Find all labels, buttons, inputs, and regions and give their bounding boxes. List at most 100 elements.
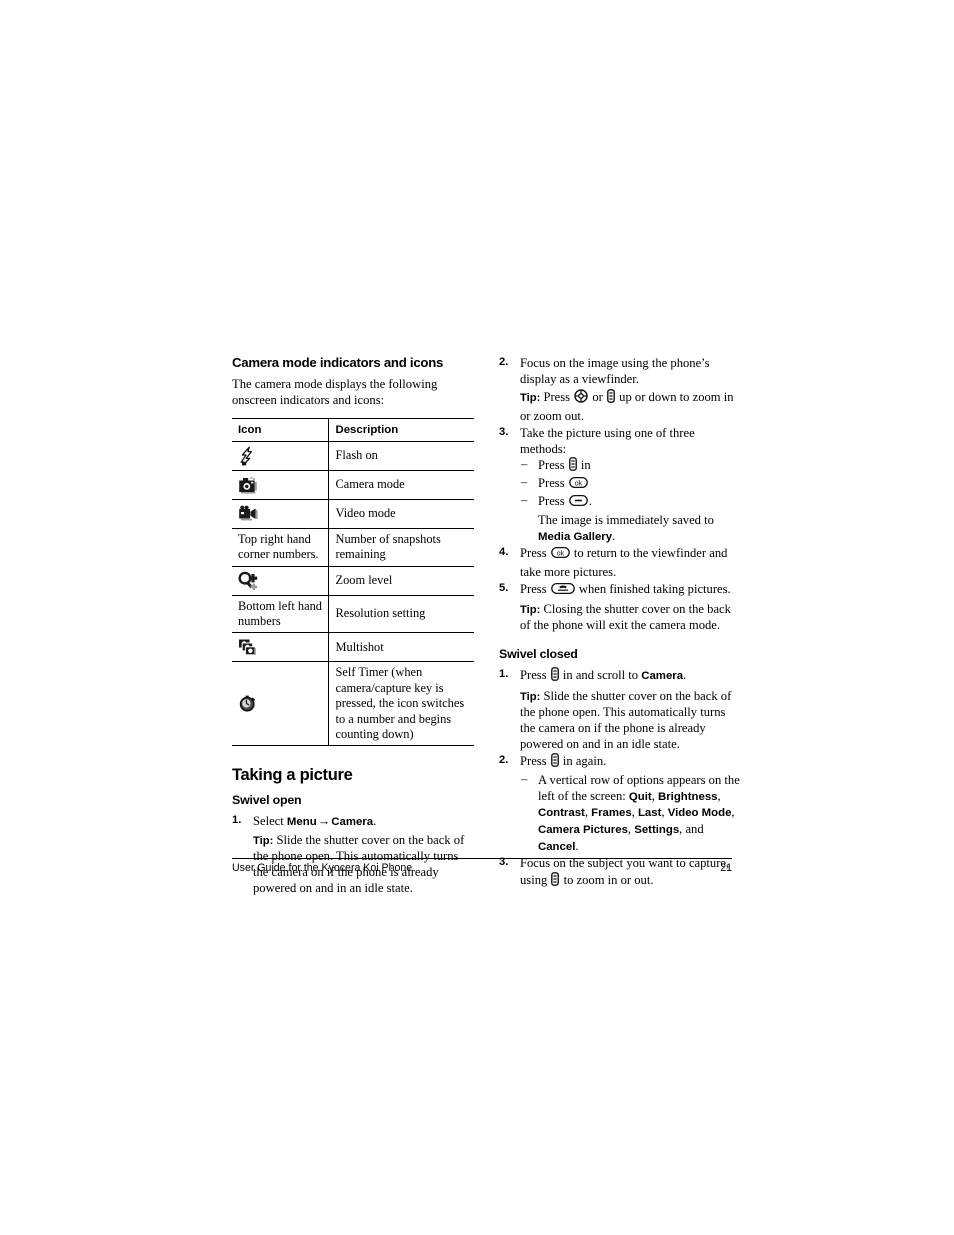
section-heading-taking-a-picture: Taking a picture	[232, 766, 353, 785]
svg-text:ok: ok	[574, 481, 582, 488]
list-item: 2. Focus on the image using the phone’s …	[499, 355, 741, 424]
list-item: 1. Press in and scroll to Camera. Tip: S…	[499, 667, 741, 752]
section-heading-camera-indicators: Camera mode indicators and icons	[232, 355, 444, 370]
table-cell-description: Video mode	[327, 498, 474, 529]
table-row: Top right hand corner numbers. Number of…	[232, 527, 474, 567]
side-key-icon	[607, 389, 615, 407]
step-text-pre: Press	[520, 546, 550, 561]
table-row: Video mode	[232, 498, 474, 529]
table-cell-description: Camera mode	[327, 469, 474, 500]
step-number: 5.	[499, 581, 509, 594]
tip-block: Tip: Press or up or down to zoom in or z…	[520, 389, 741, 423]
self-timer-icon	[238, 673, 328, 735]
table-row: Bottom left hand numbers Resolution sett…	[232, 594, 474, 633]
table-cell-description: Resolution setting	[327, 594, 474, 633]
soft-key-icon	[568, 494, 588, 511]
table-cell-icon-text: Top right hand corner numbers.	[232, 527, 328, 567]
step-number: 1.	[499, 668, 509, 681]
option-cancel: Cancel	[538, 840, 576, 853]
side-key-icon	[550, 667, 559, 685]
table-cell-icon	[232, 565, 328, 596]
ok-key-icon: ok	[550, 546, 570, 563]
page-footer: User Guide for the Kyocera Koi Phone 21	[232, 858, 732, 874]
step-text-post: to zoom in or out.	[560, 872, 654, 887]
end-key-icon	[550, 582, 575, 599]
swivel-closed-steps: 1. Press in and scroll to Camera. Tip: S…	[499, 667, 741, 889]
page-number: 21	[720, 862, 732, 874]
option-contrast: Contrast	[538, 807, 585, 820]
table-cell-icon-text: Bottom left hand numbers	[232, 594, 328, 633]
step-text: Focus on the image using the phone’s dis…	[520, 356, 710, 387]
step-text-post: .	[683, 668, 687, 683]
table-row: Zoom level	[232, 565, 474, 596]
tip-label: Tip:	[520, 603, 541, 616]
table-header-row: Icon Description	[232, 417, 474, 442]
step-text-pre: Select	[253, 813, 287, 828]
list-item: 4. Press ok to return to the viewfinder …	[499, 545, 741, 579]
table-cell-description: Multishot	[327, 632, 474, 662]
saved-post: .	[612, 528, 616, 543]
step-number: 2.	[499, 356, 509, 368]
options-bullets: – A vertical row of options appears on th…	[520, 772, 741, 855]
table-cell-icon	[232, 632, 328, 662]
option-settings: Settings	[634, 824, 680, 837]
tip-text-pre: Press	[543, 390, 574, 405]
step-text-post: in again.	[559, 754, 607, 769]
method-bullets: – Press in – Press ok – Press . The imag…	[520, 457, 741, 544]
step-text-mid: in and scroll to	[559, 668, 642, 683]
dash-bullet: –	[521, 771, 528, 786]
dash-bullet: –	[521, 493, 528, 508]
tip-text: Closing the shutter cover on the back of…	[520, 601, 731, 633]
option-camera-pictures: Camera Pictures	[538, 824, 628, 837]
tip-text: Slide the shutter cover on the back of t…	[520, 688, 732, 752]
table-cell-description: Zoom level	[327, 565, 474, 596]
video-mode-icon	[238, 503, 328, 525]
svg-text:ok: ok	[556, 551, 564, 558]
side-key-icon	[550, 753, 559, 771]
subheading-swivel-open: Swivel open	[232, 793, 302, 808]
step-text-pre: Press	[520, 581, 550, 596]
menu-label: Menu	[286, 815, 317, 828]
table-cell-description: Flash on	[327, 440, 474, 471]
list-item: – Press . The image is immediately saved …	[520, 493, 741, 544]
table-row: Camera mode	[232, 469, 474, 500]
dash-bullet: –	[521, 475, 528, 490]
list-item: 1. Select Menu→Camera. Tip: Slide the sh…	[232, 813, 474, 897]
camera-mode-icon	[238, 474, 328, 496]
table-cell-icon	[232, 440, 328, 471]
subheading-swivel-closed: Swivel closed	[499, 647, 578, 662]
table-cell-icon	[232, 661, 328, 747]
tip-label: Tip:	[520, 690, 541, 703]
bullet-text-pre: Press	[538, 458, 568, 473]
two-column-layout: Camera mode indicators and icons The cam…	[232, 355, 740, 898]
list-item: – Press ok	[520, 475, 741, 493]
dash-bullet: –	[521, 457, 528, 472]
intro-paragraph: The camera mode displays the following o…	[232, 376, 438, 407]
arrow-glyph: →	[317, 813, 331, 828]
bullet-text-pre: Press	[538, 476, 568, 491]
step-text-pre: Press	[520, 668, 550, 683]
list-item: 5. Press when finished taking pictures. …	[499, 581, 741, 634]
saved-note: The image is immediately saved to Media …	[538, 512, 741, 545]
left-column: Camera mode indicators and icons The cam…	[232, 355, 474, 898]
list-item: 3. Take the picture using one of three m…	[499, 425, 741, 545]
step-number: 4.	[499, 546, 509, 559]
bullet-text-pre: Press	[538, 494, 568, 509]
right-column: 2. Focus on the image using the phone’s …	[499, 355, 741, 891]
ok-key-icon: ok	[568, 476, 588, 493]
flash-on-icon	[238, 445, 328, 467]
step-text: Take the picture using one of three meth…	[520, 425, 695, 456]
table-header-description: Description	[327, 417, 474, 442]
tip-label: Tip:	[520, 392, 541, 405]
step-number: 3.	[499, 425, 509, 438]
tip-text-mid: or	[589, 390, 607, 405]
table-header-icon: Icon	[232, 417, 328, 442]
table-cell-description: Self Timer (when camera/capture key is p…	[327, 661, 474, 747]
list-item: 2. Press in again. – A vertical row of op…	[499, 753, 741, 854]
multishot-icon	[238, 636, 328, 658]
side-key-icon	[551, 871, 560, 890]
table-cell-description: Number of snapshots remaining	[327, 527, 474, 567]
bullet-text-post: in	[577, 458, 591, 473]
camera-label: Camera	[641, 670, 684, 683]
navigation-key-icon	[574, 389, 588, 407]
